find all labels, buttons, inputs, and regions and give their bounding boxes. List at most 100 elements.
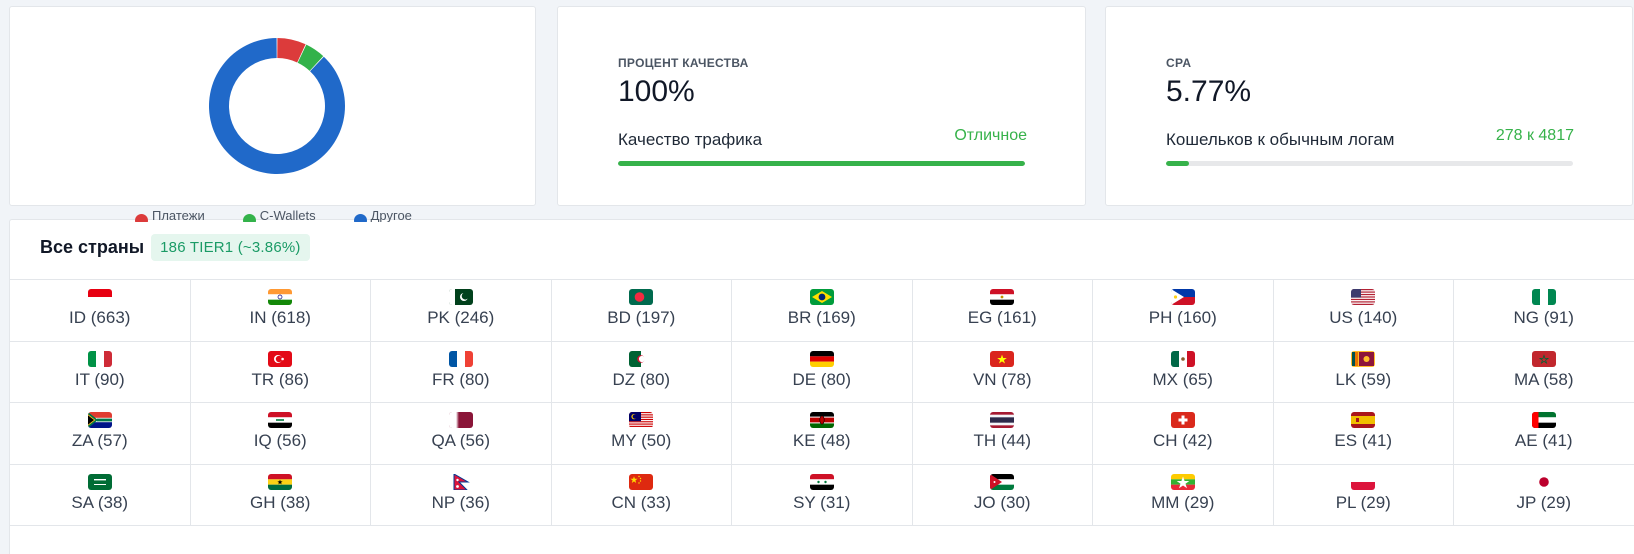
br-flag-icon <box>809 289 834 305</box>
country-cell-gh[interactable]: GH (38) <box>190 464 371 526</box>
country-label: ID (663) <box>69 308 131 327</box>
country-cell-ke[interactable]: KE (48) <box>732 403 913 465</box>
country-label: KE (48) <box>792 431 851 450</box>
ke-flag-icon <box>809 412 834 428</box>
legend-item-cwallets[interactable]: C-Wallets <box>242 208 316 222</box>
country-cell-sa[interactable]: SA (38) <box>10 464 191 526</box>
sy-flag-icon <box>809 473 834 490</box>
legend-dot-cwallets <box>242 214 256 222</box>
traffic-donut-chart <box>209 38 345 175</box>
cpa-value: 5.77% <box>1166 75 1252 108</box>
legend-label-other: Другое <box>370 208 412 222</box>
country-cell-my[interactable]: MY (50) <box>551 403 732 465</box>
legend-dot-payments <box>135 214 148 222</box>
country-cell-ae[interactable]: AE (41) <box>1454 403 1634 465</box>
country-label: IN (618) <box>249 308 311 327</box>
traffic-donut-card <box>9 6 536 206</box>
tr-flag-icon <box>268 350 293 367</box>
country-label: TR (86) <box>251 369 310 389</box>
th-flag-icon <box>990 412 1015 428</box>
country-label: MX (65) <box>1152 369 1213 389</box>
country-cell-sy[interactable]: SY (31) <box>732 464 913 526</box>
country-cell-it[interactable]: IT (90) <box>10 341 191 403</box>
quality-progress-bar <box>618 161 1025 166</box>
donut-legend: Платежи C-Wallets Другое <box>135 208 412 222</box>
quality-label: Качество трафика <box>618 130 763 149</box>
country-cell-fr[interactable]: FR (80) <box>371 341 552 403</box>
country-cell-jo[interactable]: JO (30) <box>912 464 1093 526</box>
country-label: TH (44) <box>973 431 1032 450</box>
country-cell-in[interactable]: IN (618) <box>190 280 371 342</box>
jp-flag-icon <box>1531 473 1556 490</box>
donut-segment[interactable] <box>209 38 345 175</box>
gh-flag-icon <box>268 473 293 490</box>
countries-title: Все страны <box>40 237 145 257</box>
cpa-card: CPA 5.77% Кошельков к обычным логам 278 … <box>1105 6 1633 206</box>
country-cell-mx[interactable]: MX (65) <box>1093 341 1274 403</box>
country-cell-ng[interactable]: NG (91) <box>1454 280 1634 342</box>
country-cell-za[interactable]: ZA (57) <box>10 403 191 465</box>
legend-label-payments: Платежи <box>152 208 205 222</box>
country-cell-dz[interactable]: DZ (80) <box>551 341 732 403</box>
cpa-progress-bar <box>1166 161 1573 166</box>
country-cell-np[interactable]: NP (36) <box>371 464 552 526</box>
country-label: US (140) <box>1329 308 1398 327</box>
country-cell-tr[interactable]: TR (86) <box>190 341 371 403</box>
country-cell-us[interactable]: US (140) <box>1273 280 1454 342</box>
country-label: LK (59) <box>1335 369 1392 389</box>
country-label: AE (41) <box>1514 431 1573 450</box>
legend-item-other[interactable]: Другое <box>353 208 412 222</box>
bd-flag-icon <box>629 289 654 305</box>
country-cell-qa[interactable]: QA (56) <box>371 403 552 465</box>
country-cell-de[interactable]: DE (80) <box>732 341 913 403</box>
my-flag-icon <box>629 412 654 428</box>
country-label: MY (50) <box>611 431 672 450</box>
country-label: ZA (57) <box>71 431 128 450</box>
pl-flag-icon <box>1351 473 1376 490</box>
countries-header: Все страны 186 TIER1 (~3.86%) <box>40 234 310 261</box>
country-cell-ch[interactable]: CH (42) <box>1093 403 1274 465</box>
country-label: PK (246) <box>427 308 495 327</box>
country-label: PH (160) <box>1148 308 1217 327</box>
legend-item-payments[interactable]: Платежи <box>135 208 205 222</box>
country-cell-eg[interactable]: EG (161) <box>912 280 1093 342</box>
country-cell-pk[interactable]: PK (246) <box>371 280 552 342</box>
country-label: JP (29) <box>1516 492 1572 512</box>
country-label: ES (41) <box>1334 431 1393 450</box>
country-label: BR (169) <box>787 308 856 327</box>
country-cell-jp[interactable]: JP (29) <box>1454 464 1634 526</box>
country-label: SY (31) <box>793 492 851 512</box>
country-cell-th[interactable]: TH (44) <box>912 403 1093 465</box>
country-label: SA (38) <box>71 492 129 512</box>
mx-flag-icon <box>1170 350 1195 367</box>
country-cell-ph[interactable]: PH (160) <box>1093 280 1274 342</box>
cn-flag-icon <box>629 473 654 490</box>
vn-flag-icon <box>990 350 1015 367</box>
cpa-label: Кошельков к обычным логам <box>1166 130 1395 149</box>
country-label: JO (30) <box>973 492 1031 512</box>
fr-flag-icon <box>448 350 473 367</box>
country-cell-iq[interactable]: IQ (56) <box>190 403 371 465</box>
country-cell-bd[interactable]: BD (197) <box>551 280 732 342</box>
country-cell-vn[interactable]: VN (78) <box>912 341 1093 403</box>
country-cell-es[interactable]: ES (41) <box>1273 403 1454 465</box>
in-flag-icon <box>268 289 293 305</box>
country-cell-ma[interactable]: MA (58) <box>1454 341 1634 403</box>
country-cell-pl[interactable]: PL (29) <box>1273 464 1454 526</box>
country-label: QA (56) <box>431 431 491 450</box>
country-label: NG (91) <box>1513 308 1574 327</box>
country-cell-cn[interactable]: CN (33) <box>551 464 732 526</box>
za-flag-icon <box>87 412 112 428</box>
ma-flag-icon <box>1531 350 1556 367</box>
country-label: MA (58) <box>1513 369 1574 389</box>
pk-flag-icon <box>448 289 473 305</box>
country-cell-mm[interactable]: MM (29) <box>1093 464 1274 526</box>
cpa-title: CPA <box>1166 56 1192 70</box>
country-cell-br[interactable]: BR (169) <box>732 280 913 342</box>
legend-label-cwallets: C-Wallets <box>259 208 316 222</box>
de-flag-icon <box>809 350 834 367</box>
country-cell-id[interactable]: ID (663) <box>10 280 191 342</box>
country-cell-lk[interactable]: LK (59) <box>1273 341 1454 403</box>
country-label: EG (161) <box>967 308 1037 327</box>
quality-progress-fill <box>618 161 1025 166</box>
